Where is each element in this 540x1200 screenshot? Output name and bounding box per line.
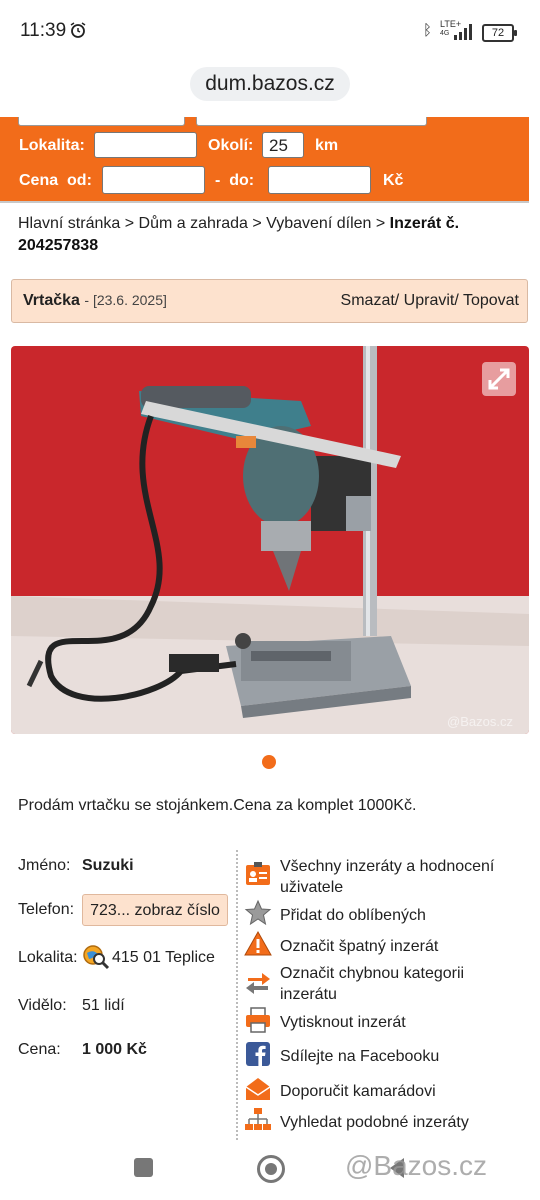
clock: 11:39 <box>20 20 67 41</box>
details-divider <box>236 850 238 1140</box>
envelope-icon[interactable] <box>244 1075 272 1103</box>
ad-header: Vrtačka - [23.6. 2025] Smazat/ Upravit/ … <box>11 279 528 323</box>
expand-icon[interactable] <box>482 362 516 396</box>
url-bar[interactable]: dum.bazos.cz <box>190 67 350 101</box>
action-print-ad[interactable]: Vytisknout inzerát <box>280 1012 520 1033</box>
facebook-icon[interactable] <box>244 1040 272 1068</box>
ad-date: - [23.6. 2025] <box>84 292 167 308</box>
signal-icon <box>454 24 472 40</box>
action-search-similar[interactable]: Vyhledat podobné inzeráty <box>280 1112 520 1133</box>
home-button[interactable] <box>257 1155 285 1183</box>
user-card-icon[interactable] <box>244 860 272 888</box>
product-photo[interactable]: @Bazos.cz <box>11 346 529 734</box>
action-wrong-category[interactable]: Označit chybnou kategorii inzerátu <box>280 963 520 1005</box>
subcategory-select[interactable] <box>196 117 427 126</box>
bluetooth-icon: ᛒ <box>423 22 433 39</box>
radius-unit: km <box>315 137 339 154</box>
printer-icon[interactable] <box>244 1006 272 1034</box>
sitemap-icon[interactable] <box>244 1106 272 1134</box>
views-label: Vidělo: <box>18 997 67 1014</box>
search-form <box>0 117 529 203</box>
action-share-facebook[interactable]: Sdílejte na Facebooku <box>280 1046 520 1067</box>
price-label-detail: Cena: <box>18 1041 61 1058</box>
location-label: Lokalita: <box>19 137 85 154</box>
show-phone-button[interactable]: 723... zobraz číslo <box>82 894 228 926</box>
action-add-favorite[interactable]: Přidat do oblíbených <box>280 905 520 926</box>
breadcrumb-subcategory[interactable]: Vybavení dílen <box>266 215 371 232</box>
category-select[interactable] <box>18 117 185 126</box>
price-to-input[interactable] <box>268 166 371 194</box>
battery-indicator: 72 <box>482 24 517 42</box>
price-from-input[interactable] <box>102 166 205 194</box>
name-label: Jméno: <box>18 857 71 874</box>
views-value: 51 lidí <box>82 997 125 1014</box>
location-label-detail: Lokalita: <box>18 949 78 966</box>
seller-name[interactable]: Suzuki <box>82 857 134 875</box>
star-icon[interactable] <box>244 899 272 927</box>
breadcrumb-home[interactable]: Hlavní stránka <box>18 215 120 232</box>
radius-input[interactable]: 25 <box>262 132 304 158</box>
currency-label: Kč <box>383 172 404 189</box>
gallery-dot-active[interactable] <box>262 755 276 769</box>
ad-description: Prodám vrtačku se stojánkem.Cena za komp… <box>18 797 417 814</box>
phone-label: Telefon: <box>18 901 75 918</box>
action-all-ads[interactable]: Všechny inzeráty a hodnocení uživatele <box>280 856 520 898</box>
alarm-icon <box>70 22 86 38</box>
action-report-ad[interactable]: Označit špatný inzerát <box>280 936 520 957</box>
breadcrumb-category[interactable]: Dům a zahrada <box>139 215 248 232</box>
price-value: 1 000 Kč <box>82 1041 147 1058</box>
map-search-icon[interactable] <box>82 944 110 970</box>
action-recommend-friend[interactable]: Doporučit kamarádovi <box>280 1081 520 1102</box>
swap-arrows-icon[interactable] <box>244 968 272 996</box>
ad-title: Vrtačka - [23.6. 2025] <box>23 292 167 309</box>
recents-button[interactable] <box>134 1158 153 1177</box>
bazos-watermark: @Bazos.cz <box>345 1150 488 1181</box>
price-to-label: - do: <box>215 172 255 189</box>
radius-label: Okolí: <box>208 137 254 154</box>
location-input[interactable] <box>94 132 197 158</box>
photo-watermark: @Bazos.cz <box>447 714 513 729</box>
location-value[interactable]: 415 01 Teplice <box>112 949 215 967</box>
warning-icon[interactable] <box>244 930 272 958</box>
price-label: Cena od: <box>19 172 92 189</box>
breadcrumb: Hlavní stránka > Dům a zahrada > Vybaven… <box>18 215 460 254</box>
ad-edit-actions[interactable]: Smazat/ Upravit/ Topovat <box>341 292 519 310</box>
